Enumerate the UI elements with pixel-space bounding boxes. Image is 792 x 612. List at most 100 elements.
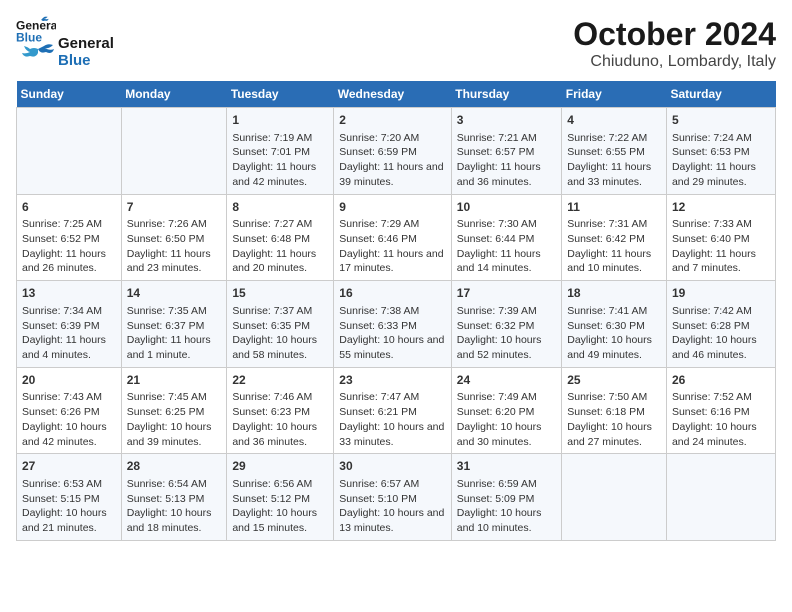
day-number: 17 — [457, 285, 556, 302]
day-number: 9 — [339, 199, 446, 216]
day-number: 16 — [339, 285, 446, 302]
day-number: 18 — [567, 285, 661, 302]
day-number: 13 — [22, 285, 116, 302]
weekday-header: Sunday — [17, 81, 122, 108]
calendar-cell — [121, 108, 227, 195]
calendar-cell: 30 Sunrise: 6:57 AMSunset: 5:10 PMDayligh… — [334, 454, 452, 541]
calendar-week-row: 27 Sunrise: 6:53 AMSunset: 5:15 PMDayligh… — [17, 454, 776, 541]
calendar-cell: 9Sunrise: 7:29 AMSunset: 6:46 PMDaylight… — [334, 194, 452, 281]
calendar-cell: 31 Sunrise: 6:59 AMSunset: 5:09 PMDayligh… — [451, 454, 561, 541]
weekday-header: Monday — [121, 81, 227, 108]
calendar-cell: 16 Sunrise: 7:38 AMSunset: 6:33 PMDayligh… — [334, 281, 452, 368]
day-info: Sunrise: 7:38 AMSunset: 6:33 PMDaylight:… — [339, 304, 446, 363]
calendar-cell: 23Sunrise: 7:47 AMSunset: 6:21 PMDayligh… — [334, 367, 452, 454]
day-info: Sunrise: 7:29 AMSunset: 6:46 PMDaylight:… — [339, 217, 446, 276]
day-number: 22 — [232, 372, 328, 389]
calendar-cell: 3 Sunrise: 7:21 AMSunset: 6:57 PMDaylight… — [451, 108, 561, 195]
calendar-cell: 15 Sunrise: 7:37 AMSunset: 6:35 PMDayligh… — [227, 281, 334, 368]
day-number: 15 — [232, 285, 328, 302]
day-info: Sunrise: 7:20 AMSunset: 6:59 PMDaylight:… — [339, 131, 446, 190]
day-info: Sunrise: 7:52 AMSunset: 6:16 PMDaylight:… — [672, 390, 770, 449]
day-info: Sunrise: 6:53 AMSunset: 5:15 PMDaylight:… — [22, 477, 116, 536]
day-info: Sunrise: 7:47 AMSunset: 6:21 PMDaylight:… — [339, 390, 446, 449]
day-info: Sunrise: 6:56 AMSunset: 5:12 PMDaylight:… — [232, 477, 328, 536]
calendar-cell: 2 Sunrise: 7:20 AMSunset: 6:59 PMDaylight… — [334, 108, 452, 195]
calendar-cell: 26Sunrise: 7:52 AMSunset: 6:16 PMDayligh… — [666, 367, 775, 454]
day-info: Sunrise: 7:26 AMSunset: 6:50 PMDaylight:… — [127, 217, 222, 276]
calendar-cell: 11Sunrise: 7:31 AMSunset: 6:42 PMDayligh… — [562, 194, 667, 281]
day-number: 20 — [22, 372, 116, 389]
calendar-cell: 19 Sunrise: 7:42 AMSunset: 6:28 PMDayligh… — [666, 281, 775, 368]
day-number: 30 — [339, 458, 446, 475]
weekday-header: Friday — [562, 81, 667, 108]
day-info: Sunrise: 6:59 AMSunset: 5:09 PMDaylight:… — [457, 477, 556, 536]
day-info: Sunrise: 6:57 AMSunset: 5:10 PMDaylight:… — [339, 477, 446, 536]
calendar-cell: 12Sunrise: 7:33 AMSunset: 6:40 PMDayligh… — [666, 194, 775, 281]
logo-blue: Blue — [58, 53, 114, 70]
calendar-cell: 22Sunrise: 7:46 AMSunset: 6:23 PMDayligh… — [227, 367, 334, 454]
weekday-header: Tuesday — [227, 81, 334, 108]
title-block: October 2024 Chiuduno, Lombardy, Italy — [573, 16, 776, 71]
calendar-cell: 20Sunrise: 7:43 AMSunset: 6:26 PMDayligh… — [17, 367, 122, 454]
day-number: 23 — [339, 372, 446, 389]
day-number: 3 — [457, 112, 556, 129]
day-info: Sunrise: 7:24 AMSunset: 6:53 PMDaylight:… — [672, 131, 770, 190]
day-number: 12 — [672, 199, 770, 216]
weekday-header: Saturday — [666, 81, 775, 108]
calendar-cell: 10Sunrise: 7:30 AMSunset: 6:44 PMDayligh… — [451, 194, 561, 281]
day-info: Sunrise: 7:35 AMSunset: 6:37 PMDaylight:… — [127, 304, 222, 363]
weekday-header: Wednesday — [334, 81, 452, 108]
calendar-cell: 27 Sunrise: 6:53 AMSunset: 5:15 PMDayligh… — [17, 454, 122, 541]
day-number: 27 — [22, 458, 116, 475]
day-number: 6 — [22, 199, 116, 216]
calendar-cell: 6Sunrise: 7:25 AMSunset: 6:52 PMDaylight… — [17, 194, 122, 281]
day-number: 4 — [567, 112, 661, 129]
day-number: 31 — [457, 458, 556, 475]
day-info: Sunrise: 7:27 AMSunset: 6:48 PMDaylight:… — [232, 217, 328, 276]
day-info: Sunrise: 7:34 AMSunset: 6:39 PMDaylight:… — [22, 304, 116, 363]
day-info: Sunrise: 7:43 AMSunset: 6:26 PMDaylight:… — [22, 390, 116, 449]
day-info: Sunrise: 7:33 AMSunset: 6:40 PMDaylight:… — [672, 217, 770, 276]
page-title: October 2024 — [573, 16, 776, 53]
day-info: Sunrise: 6:54 AMSunset: 5:13 PMDaylight:… — [127, 477, 222, 536]
day-number: 24 — [457, 372, 556, 389]
day-number: 7 — [127, 199, 222, 216]
calendar-cell: 24Sunrise: 7:49 AMSunset: 6:20 PMDayligh… — [451, 367, 561, 454]
day-info: Sunrise: 7:22 AMSunset: 6:55 PMDaylight:… — [567, 131, 661, 190]
day-info: Sunrise: 7:19 AMSunset: 7:01 PMDaylight:… — [232, 131, 328, 190]
calendar-table: SundayMondayTuesdayWednesdayThursdayFrid… — [16, 81, 776, 541]
calendar-cell: 25Sunrise: 7:50 AMSunset: 6:18 PMDayligh… — [562, 367, 667, 454]
day-number: 19 — [672, 285, 770, 302]
calendar-week-row: 20Sunrise: 7:43 AMSunset: 6:26 PMDayligh… — [17, 367, 776, 454]
calendar-cell: 7Sunrise: 7:26 AMSunset: 6:50 PMDaylight… — [121, 194, 227, 281]
day-info: Sunrise: 7:45 AMSunset: 6:25 PMDaylight:… — [127, 390, 222, 449]
calendar-cell — [562, 454, 667, 541]
calendar-cell: 21Sunrise: 7:45 AMSunset: 6:25 PMDayligh… — [121, 367, 227, 454]
day-info: Sunrise: 7:39 AMSunset: 6:32 PMDaylight:… — [457, 304, 556, 363]
day-number: 25 — [567, 372, 661, 389]
day-number: 2 — [339, 112, 446, 129]
logo-general: General — [58, 36, 114, 53]
weekday-header-row: SundayMondayTuesdayWednesdayThursdayFrid… — [17, 81, 776, 108]
day-info: Sunrise: 7:42 AMSunset: 6:28 PMDaylight:… — [672, 304, 770, 363]
day-info: Sunrise: 7:49 AMSunset: 6:20 PMDaylight:… — [457, 390, 556, 449]
day-number: 8 — [232, 199, 328, 216]
calendar-week-row: 13 Sunrise: 7:34 AMSunset: 6:39 PMDayligh… — [17, 281, 776, 368]
calendar-week-row: 1 Sunrise: 7:19 AMSunset: 7:01 PMDaylight… — [17, 108, 776, 195]
calendar-cell: 1 Sunrise: 7:19 AMSunset: 7:01 PMDaylight… — [227, 108, 334, 195]
day-info: Sunrise: 7:41 AMSunset: 6:30 PMDaylight:… — [567, 304, 661, 363]
calendar-cell: 18 Sunrise: 7:41 AMSunset: 6:30 PMDayligh… — [562, 281, 667, 368]
page-header: General Blue General Blue October 2024 C… — [16, 16, 776, 71]
page-subtitle: Chiuduno, Lombardy, Italy — [573, 53, 776, 71]
day-number: 11 — [567, 199, 661, 216]
day-number: 29 — [232, 458, 328, 475]
calendar-cell — [666, 454, 775, 541]
calendar-cell: 8Sunrise: 7:27 AMSunset: 6:48 PMDaylight… — [227, 194, 334, 281]
day-number: 14 — [127, 285, 222, 302]
day-number: 1 — [232, 112, 328, 129]
day-number: 28 — [127, 458, 222, 475]
calendar-cell: 29 Sunrise: 6:56 AMSunset: 5:12 PMDayligh… — [227, 454, 334, 541]
day-info: Sunrise: 7:37 AMSunset: 6:35 PMDaylight:… — [232, 304, 328, 363]
day-number: 21 — [127, 372, 222, 389]
day-info: Sunrise: 7:21 AMSunset: 6:57 PMDaylight:… — [457, 131, 556, 190]
